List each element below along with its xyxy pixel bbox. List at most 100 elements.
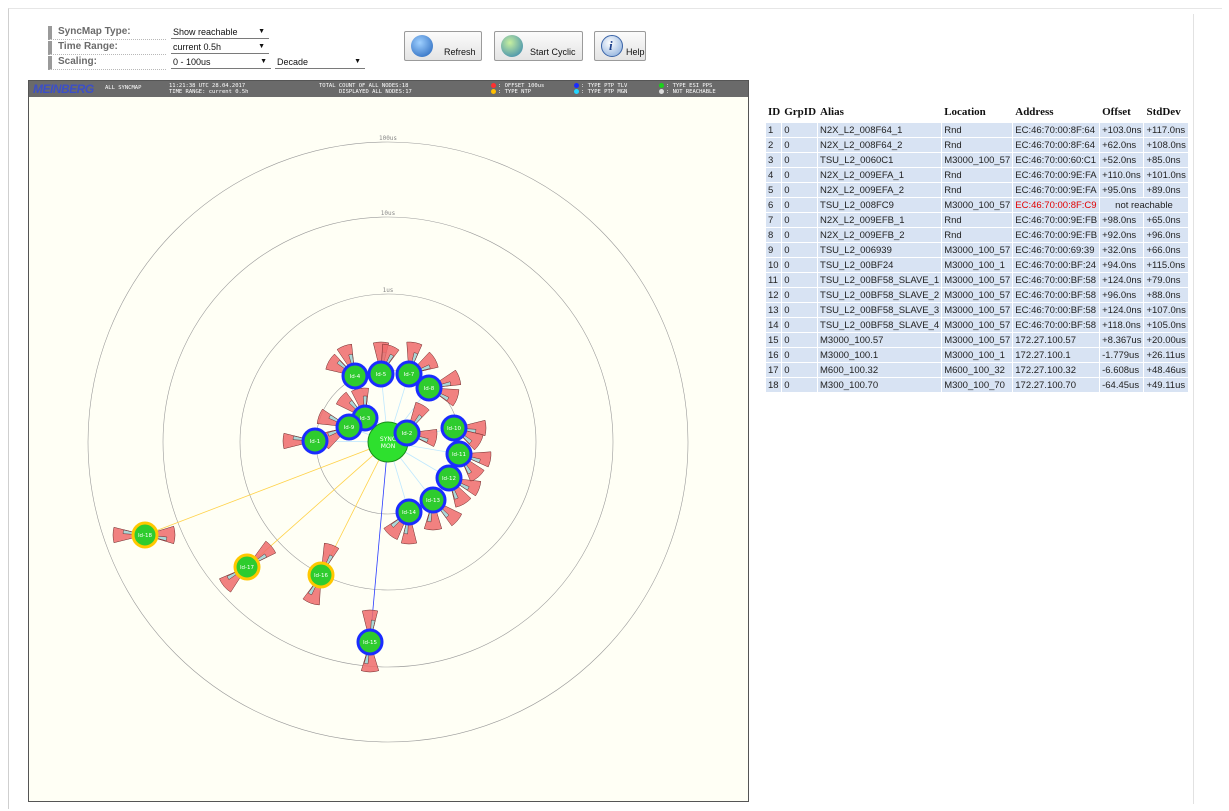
cyclic-icon bbox=[501, 35, 523, 57]
cell-stddev: +85.0ns bbox=[1144, 153, 1189, 167]
cell-grpid: 0 bbox=[782, 183, 819, 197]
cell-stddev: +26.11us bbox=[1144, 348, 1189, 362]
table-row[interactable]: 15 0 M3000_100.57 M3000_100_57 172.27.100.57… bbox=[766, 333, 1189, 347]
cell-address: EC:46:70:00:8F:64 bbox=[1013, 123, 1101, 137]
table-row[interactable]: 3 0 TSU_L2_0060C1 M3000_100_57 EC:46:70:00:6… bbox=[766, 153, 1189, 167]
cell-location: M3000_100_1 bbox=[942, 348, 1014, 362]
cell-location: M3000_100_57 bbox=[942, 288, 1014, 302]
map-time-range: TIME RANGE: current 0.5h bbox=[169, 89, 249, 95]
table-row[interactable]: 6 0 TSU_L2_008FC9 M3000_100_57 EC:46:70:00:8… bbox=[766, 198, 1189, 212]
cell-address: EC:46:70:00:9E:FB bbox=[1013, 213, 1101, 227]
node-label: Id-7 bbox=[404, 372, 415, 378]
table-row[interactable]: 17 0 M600_100.32 M600_100_32 172.27.100.32 -6… bbox=[766, 363, 1189, 377]
cell-address: EC:46:70:00:BF:58 bbox=[1013, 318, 1101, 332]
cell-location: M300_100_70 bbox=[942, 378, 1014, 392]
cell-location: M3000_100_1 bbox=[942, 258, 1014, 272]
cell-location: Rnd bbox=[942, 228, 1014, 242]
cell-location: Rnd bbox=[942, 168, 1014, 182]
cell-location: Rnd bbox=[942, 123, 1014, 137]
map-header-bar: MEINBERG ALL SYNCMAP 11:21:38 UTC 28.04.… bbox=[29, 81, 748, 97]
table-row[interactable]: 12 0 TSU_L2_00BF58_SLAVE_2 M3000_100_57 EC:4… bbox=[766, 288, 1189, 302]
cell-stddev: +88.0ns bbox=[1144, 288, 1189, 302]
table-row[interactable]: 7 0 N2X_L2_009EFB_1 Rnd EC:46:70:00:9E:FB +98… bbox=[766, 213, 1189, 227]
cell-stddev: +117.0ns bbox=[1144, 123, 1189, 137]
cell-stddev: +66.0ns bbox=[1144, 243, 1189, 257]
table-row[interactable]: 18 0 M300_100.70 M300_100_70 172.27.100.70 -6… bbox=[766, 378, 1189, 392]
cell-offset: +118.0ns bbox=[1100, 318, 1145, 332]
table-row[interactable]: 4 0 N2X_L2_009EFA_1 Rnd EC:46:70:00:9E:FA +11… bbox=[766, 168, 1189, 182]
chevron-down-icon: ▼ bbox=[258, 28, 265, 35]
cell-stddev: +65.0ns bbox=[1144, 213, 1189, 227]
refresh-button[interactable]: Refresh bbox=[404, 31, 482, 61]
table-row[interactable]: 10 0 TSU_L2_00BF24 M3000_100_1 EC:46:70:00:B… bbox=[766, 258, 1189, 272]
syncmap-type-row: SyncMap Type: Show reachable ▼ bbox=[48, 26, 278, 40]
legend-ptp-mgn: : TYPE PTP MGN bbox=[574, 89, 627, 96]
cell-grpid: 0 bbox=[782, 258, 819, 272]
syncmon-label: MON bbox=[381, 443, 395, 450]
table-row[interactable]: 13 0 TSU_L2_00BF58_SLAVE_3 M3000_100_57 EC:4… bbox=[766, 303, 1189, 317]
cell-offset: +98.0ns bbox=[1100, 213, 1145, 227]
scaling-label: Scaling: bbox=[48, 56, 166, 70]
cell-id: 4 bbox=[766, 168, 783, 182]
node-label: Id-9 bbox=[344, 425, 355, 431]
help-button-label: Help bbox=[626, 47, 645, 57]
table-row[interactable]: 8 0 N2X_L2_009EFB_2 Rnd EC:46:70:00:9E:FB +92… bbox=[766, 228, 1189, 242]
time-range-row: Time Range: current 0.5h ▼ bbox=[48, 41, 278, 55]
cell-alias: TSU_L2_00BF58_SLAVE_4 bbox=[818, 318, 943, 332]
scaling-range-value: 0 - 100us bbox=[173, 57, 211, 67]
table-row[interactable]: 14 0 TSU_L2_00BF58_SLAVE_4 M3000_100_57 EC:4… bbox=[766, 318, 1189, 332]
cell-grpid: 0 bbox=[782, 228, 819, 242]
chevron-down-icon: ▼ bbox=[258, 43, 265, 50]
table-row[interactable]: 5 0 N2X_L2_009EFA_2 Rnd EC:46:70:00:9E:FA +95… bbox=[766, 183, 1189, 197]
cell-id: 16 bbox=[766, 348, 783, 362]
cell-location: M3000_100_57 bbox=[942, 243, 1014, 257]
cell-offset: +103.0ns bbox=[1100, 123, 1145, 137]
cell-alias: TSU_L2_00BF24 bbox=[818, 258, 943, 272]
table-row[interactable]: 16 0 M3000_100.1 M3000_100_1 172.27.100.1 -1.… bbox=[766, 348, 1189, 362]
cell-offset: +92.0ns bbox=[1100, 228, 1145, 242]
start-cyclic-button-label: Start Cyclic bbox=[530, 47, 576, 57]
time-range-select[interactable]: current 0.5h ▼ bbox=[171, 41, 269, 54]
table-row[interactable]: 1 0 N2X_L2_008F64_1 Rnd EC:46:70:00:8F:64 +10… bbox=[766, 123, 1189, 137]
scaling-mode-select[interactable]: Decade ▼ bbox=[275, 56, 365, 69]
cell-address: EC:46:70:00:9E:FB bbox=[1013, 228, 1101, 242]
cell-address: EC:46:70:00:BF:58 bbox=[1013, 288, 1101, 302]
cell-grpid: 0 bbox=[782, 348, 819, 362]
syncmap-type-select[interactable]: Show reachable ▼ bbox=[171, 26, 269, 39]
chevron-down-icon: ▼ bbox=[354, 58, 361, 65]
cell-stddev: +105.0ns bbox=[1144, 318, 1189, 332]
syncmap-canvas[interactable]: 100us 10us 1us SYNCMON Id-1 Id-2 Id-3 Id-4 Id-5 I… bbox=[29, 97, 748, 801]
legend-ptp-mgn-label: : TYPE PTP MGN bbox=[581, 89, 628, 95]
cell-stddev: +108.0ns bbox=[1144, 138, 1189, 152]
legend-ntp: : TYPE NTP bbox=[491, 89, 531, 96]
table-row[interactable]: 11 0 TSU_L2_00BF58_SLAVE_1 M3000_100_57 EC:4… bbox=[766, 273, 1189, 287]
cell-alias: N2X_L2_009EFB_2 bbox=[818, 228, 943, 242]
nodes-table: ID GrpID Alias Location Address Offset StdDev … bbox=[766, 104, 1189, 393]
column-header-stddev: StdDev bbox=[1146, 106, 1181, 118]
table-row[interactable]: 2 0 N2X_L2_008F64_2 Rnd EC:46:70:00:8F:64 +62… bbox=[766, 138, 1189, 152]
cell-offset: -1.779us bbox=[1100, 348, 1145, 362]
cell-location: M3000_100_57 bbox=[942, 333, 1014, 347]
legend-not-reachable-label: : NOT REACHABLE bbox=[666, 89, 716, 95]
cell-id: 7 bbox=[766, 213, 783, 227]
cell-stddev: +79.0ns bbox=[1144, 273, 1189, 287]
cell-alias: M300_100.70 bbox=[818, 378, 943, 392]
node-label: Id-4 bbox=[350, 374, 361, 380]
cell-offset: +62.0ns bbox=[1100, 138, 1145, 152]
node-label: Id-13 bbox=[426, 498, 441, 504]
cell-alias: N2X_L2_008F64_1 bbox=[818, 123, 943, 137]
start-cyclic-button[interactable]: Start Cyclic bbox=[494, 31, 583, 61]
node-label: Id-1 bbox=[310, 439, 321, 445]
cell-stddev: +20.00us bbox=[1144, 333, 1189, 347]
scaling-range-select[interactable]: 0 - 100us ▼ bbox=[171, 56, 271, 69]
table-row[interactable]: 9 0 TSU_L2_006939 M3000_100_57 EC:46:70:00:6… bbox=[766, 243, 1189, 257]
ring-label: 10us bbox=[381, 210, 396, 217]
cell-stddev: +107.0ns bbox=[1144, 303, 1189, 317]
help-button[interactable]: i Help bbox=[594, 31, 646, 61]
cell-address: EC:46:70:00:8F:64 bbox=[1013, 138, 1101, 152]
legend-yellow-dot-icon bbox=[491, 89, 496, 94]
legend-red-dot-icon bbox=[491, 83, 496, 88]
cell-address: EC:46:70:00:69:39 bbox=[1013, 243, 1101, 257]
legend-not-reachable: : NOT REACHABLE bbox=[659, 89, 716, 96]
cell-offset: -64.45us bbox=[1100, 378, 1145, 392]
